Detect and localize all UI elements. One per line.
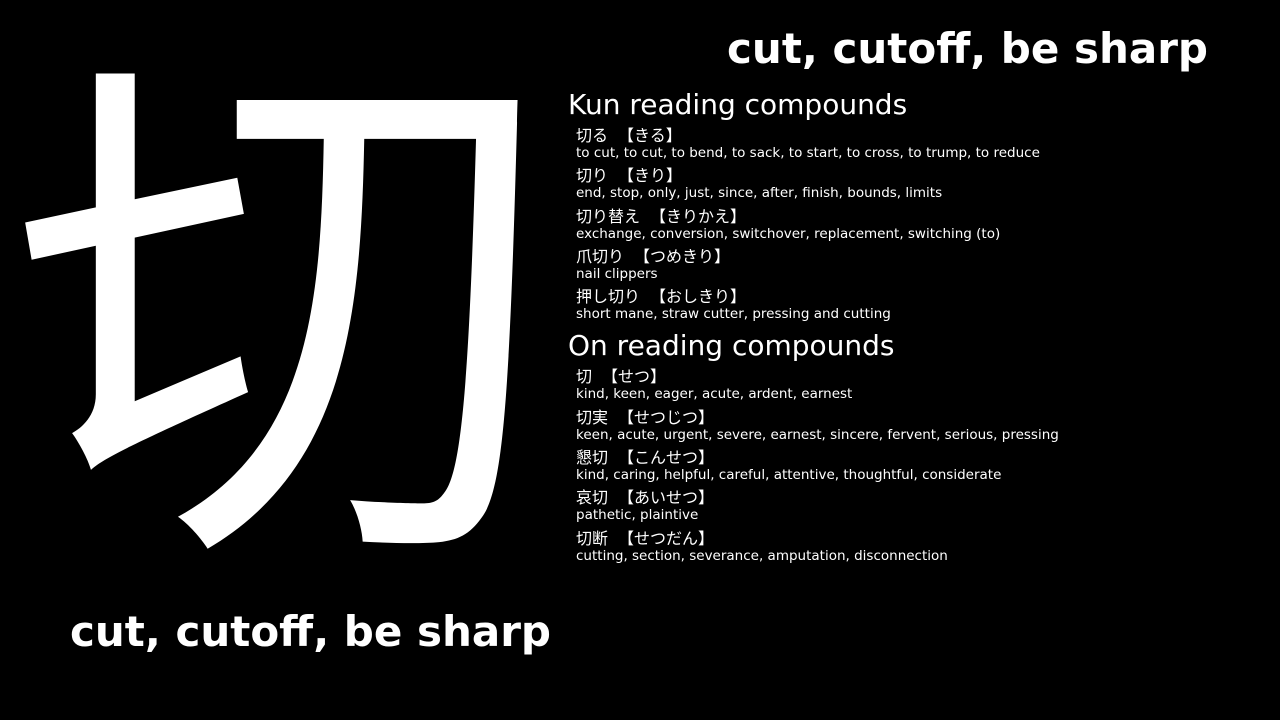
on-reading-section: On reading compounds 切【せつ】 kind, keen, e… (568, 329, 1268, 568)
compound-entry: 切【せつ】 kind, keen, eager, acute, ardent, … (576, 367, 1268, 407)
compound-word: 切実 (576, 407, 609, 427)
meaning-heading: cut, cutoff, be sharp (727, 24, 1208, 73)
compound-gloss: kind, caring, helpful, careful, attentiv… (576, 467, 1002, 484)
compound-word: 切断 (576, 528, 609, 548)
compound-gloss: short mane, straw cutter, pressing and c… (576, 306, 891, 323)
compound-reading: 【つめきり】 (634, 246, 731, 266)
compound-entry: 切る 【きる】 to cut, to cut, to bend, to sack,… (576, 126, 1268, 166)
compound-reading: 【あいせつ】 (618, 488, 715, 508)
compound-reading: 【おしきり】 (650, 287, 747, 307)
compound-entry: 爪切り 【つめきり】 nail clippers (576, 247, 1268, 287)
compound-gloss: pathetic, plaintive (576, 507, 699, 524)
compound-reading: 【せつだん】 (618, 528, 715, 548)
compound-word: 切 (576, 367, 593, 387)
compound-word: 切り替え (576, 206, 641, 226)
compound-reading: 【せつじつ】 (618, 407, 715, 427)
compound-word: 懇切 (576, 448, 609, 468)
kun-reading-section: Kun reading compounds 切る 【きる】 to cut, to … (568, 88, 1268, 327)
compound-entry: 切実 【せつじつ】 keen, acute, urgent, severe, ea… (576, 408, 1268, 448)
compound-gloss: exchange, conversion, switchover, replac… (576, 225, 1001, 242)
compound-gloss: kind, keen, eager, acute, ardent, earnes… (576, 386, 853, 403)
compound-entry: 哀切 【あいせつ】 pathetic, plaintive (576, 488, 1268, 528)
compound-gloss: keen, acute, urgent, severe, earnest, si… (576, 426, 1059, 443)
compound-word: 切る (576, 126, 609, 145)
compound-reading: 【きる】 (618, 126, 682, 145)
compound-reading: 【せつ】 (602, 367, 667, 387)
kanji-character: 切 (10, 6, 550, 634)
compound-reading: 【きり】 (618, 166, 683, 186)
compound-reading: 【こんせつ】 (618, 448, 715, 468)
section-title: On reading compounds (568, 329, 895, 363)
compound-gloss: cutting, section, severance, amputation,… (576, 547, 948, 564)
compound-word: 切り (576, 166, 609, 186)
meaning-caption: cut, cutoff, be sharp (70, 607, 551, 656)
compound-entry: 切り替え 【きりかえ】 exchange, conversion, switcho… (576, 207, 1268, 247)
compound-word: 爪切り (576, 246, 625, 266)
compound-word: 押し切り (576, 287, 641, 307)
compound-entry: 押し切り 【おしきり】 short mane, straw cutter, pre… (576, 287, 1268, 327)
compounds-panel: Kun reading compounds 切る 【きる】 to cut, to … (568, 88, 1268, 569)
compound-reading: 【きりかえ】 (650, 206, 747, 226)
compound-entry: 懇切 【こんせつ】 kind, caring, helpful, careful,… (576, 448, 1268, 488)
compound-gloss: end, stop, only, just, since, after, fin… (576, 185, 943, 202)
compound-gloss: nail clippers (576, 265, 658, 282)
compound-entry: 切断 【せつだん】 cutting, section, severance, am… (576, 529, 1268, 569)
section-title: Kun reading compounds (568, 88, 908, 121)
compound-word: 哀切 (576, 488, 609, 508)
compound-entry: 切り 【きり】 end, stop, only, just, since, aft… (576, 166, 1268, 206)
compound-gloss: to cut, to cut, to bend, to sack, to sta… (576, 145, 1040, 161)
